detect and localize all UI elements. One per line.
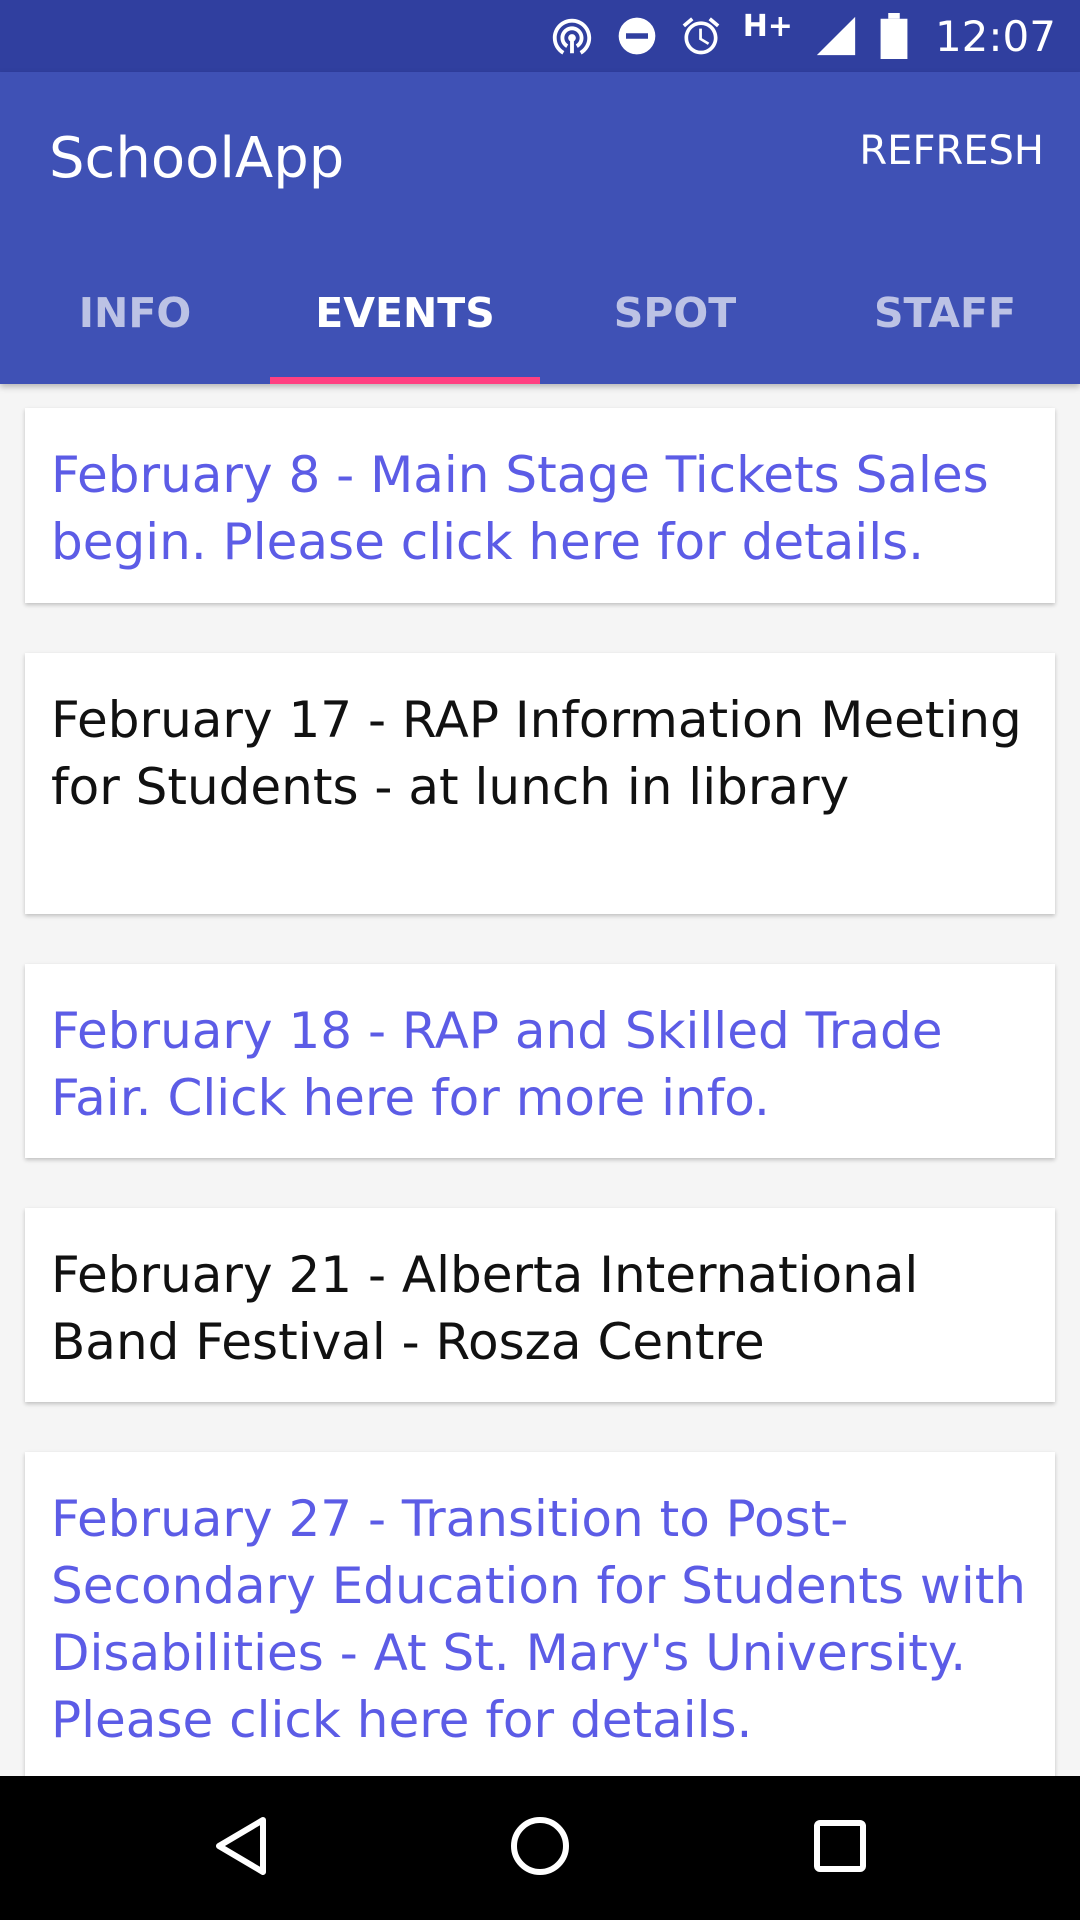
tab-staff[interactable]: STAFF xyxy=(810,242,1080,384)
status-icons: H+ 12:07 xyxy=(549,0,1056,72)
tab-events[interactable]: EVENTS xyxy=(270,242,540,384)
back-icon xyxy=(211,1814,271,1882)
event-card[interactable]: February 27 - Transition to Post-Seconda… xyxy=(25,1452,1055,1776)
battery-icon xyxy=(879,13,909,59)
event-card: February 17 - RAP Information Meeting fo… xyxy=(25,653,1055,914)
app-title: SchoolApp xyxy=(49,126,345,191)
network-type-label: H+ xyxy=(742,8,793,44)
home-icon xyxy=(508,1814,572,1882)
event-card: February 21 - Alberta International Band… xyxy=(25,1208,1055,1402)
refresh-button[interactable]: REFRESH xyxy=(859,128,1044,174)
tab-info[interactable]: INFO xyxy=(0,242,270,384)
do-not-disturb-icon xyxy=(615,14,659,58)
hotspot-icon xyxy=(549,13,595,59)
app-bar: SchoolApp REFRESH INFO EVENTS SPOT STAFF xyxy=(0,72,1080,384)
tab-spot[interactable]: SPOT xyxy=(540,242,810,384)
event-card[interactable]: February 8 - Main Stage Tickets Sales be… xyxy=(25,408,1055,603)
signal-icon xyxy=(813,13,859,59)
home-button[interactable] xyxy=(460,1776,620,1920)
clock: 12:07 xyxy=(934,11,1056,61)
recents-icon xyxy=(812,1818,868,1878)
back-button[interactable] xyxy=(161,1776,321,1920)
recents-button[interactable] xyxy=(760,1776,920,1920)
status-bar: H+ 12:07 xyxy=(0,0,1080,72)
tab-bar: INFO EVENTS SPOT STAFF xyxy=(0,242,1080,384)
event-card[interactable]: February 18 - RAP and Skilled Trade Fair… xyxy=(25,964,1055,1158)
navigation-bar xyxy=(0,1776,1080,1920)
events-list: February 8 - Main Stage Tickets Sales be… xyxy=(0,384,1080,1776)
alarm-icon xyxy=(679,14,723,58)
